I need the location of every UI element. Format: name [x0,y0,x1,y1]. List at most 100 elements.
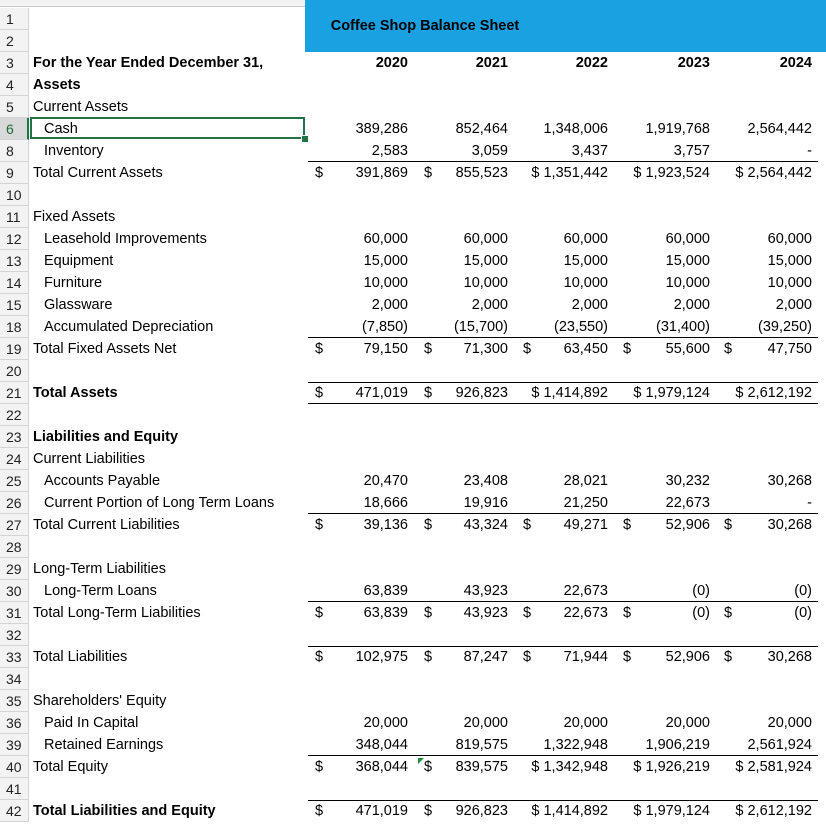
value-cell[interactable]: 10,000 [768,272,812,294]
sheet-row[interactable]: 31 Total Long-Term Liabilities 63,839 43,92… [0,602,826,624]
sheet-row[interactable]: 1 [0,8,826,30]
sheet-row[interactable]: 40 Total Equity 368,044 839,575 $ 1,342,948 $… [0,756,826,778]
value-cell[interactable]: $ 2,564,442 [735,162,812,184]
sheet-row[interactable]: 8 Inventory 2,583 3,059 3,437 3,757 - [0,140,826,162]
value-cell[interactable]: 30,232 [666,470,710,492]
value-cell[interactable]: $ 2,612,192 [735,382,812,404]
value-cell[interactable]: 10,000 [666,272,710,294]
value-cell[interactable]: (0) [794,580,812,602]
value-cell[interactable]: 60,000 [464,228,508,250]
row-number[interactable]: 28 [0,536,29,558]
sheet-row[interactable]: 21 Total Assets 471,019 926,823 $ 1,414,892 $… [0,382,826,404]
sheet-row[interactable]: 36 Paid In Capital 20,000 20,000 20,000 20,00… [0,712,826,734]
sheet-row[interactable]: 13 Equipment 15,000 15,000 15,000 15,000 15,00… [0,250,826,272]
value-cell[interactable]: 30,268 [768,470,812,492]
value-cell[interactable]: 2,564,442 [747,118,812,140]
sheet-row[interactable]: 39 Retained Earnings 348,044 819,575 1,322,9… [0,734,826,756]
value-cell[interactable]: 39,136 [364,514,408,536]
value-cell[interactable]: 10,000 [364,272,408,294]
value-cell[interactable]: 30,268 [768,514,812,536]
sheet-row[interactable]: 28 [0,536,826,558]
value-cell[interactable]: 79,150 [364,338,408,360]
sheet-row[interactable]: 5 Current Assets [0,96,826,118]
sheet-row[interactable]: 15 Glassware 2,000 2,000 2,000 2,000 2,000 [0,294,826,316]
value-cell[interactable]: 2,000 [472,294,508,316]
value-cell[interactable]: $ 1,923,524 [633,162,710,184]
value-cell[interactable]: 87,247 [464,646,508,668]
selected-cell[interactable] [30,117,305,139]
value-cell[interactable]: 60,000 [768,228,812,250]
value-cell[interactable]: 2,583 [372,140,408,162]
sheet-row[interactable]: 19 Total Fixed Assets Net 79,150 71,300 63,4… [0,338,826,360]
value-cell[interactable]: $ 1,979,124 [633,382,710,404]
row-number[interactable]: 9 [0,162,29,184]
sheet-row[interactable]: 26 Current Portion of Long Term Loans 18,6… [0,492,826,514]
value-cell[interactable]: 22,673 [666,492,710,514]
value-cell[interactable]: - [807,140,812,162]
sheet-row[interactable]: 35 Shareholders' Equity [0,690,826,712]
row-number[interactable]: 33 [0,646,29,668]
value-cell[interactable]: (31,400) [656,316,710,338]
value-cell[interactable]: 20,470 [364,470,408,492]
value-cell[interactable]: 52,906 [666,514,710,536]
sheet-row[interactable]: 20 [0,360,826,382]
value-cell[interactable]: $ 1,979,124 [633,800,710,822]
value-cell[interactable]: 1,322,948 [543,734,608,756]
value-cell[interactable]: (15,700) [454,316,508,338]
value-cell[interactable]: 71,300 [464,338,508,360]
value-cell[interactable]: 15,000 [464,250,508,272]
value-cell[interactable]: - [807,492,812,514]
value-cell[interactable]: 471,019 [356,800,408,822]
value-cell[interactable]: 20,000 [666,712,710,734]
value-cell[interactable]: 1,348,006 [543,118,608,140]
value-cell[interactable]: (23,550) [554,316,608,338]
value-cell[interactable]: 15,000 [364,250,408,272]
value-cell[interactable]: 22,673 [564,580,608,602]
value-cell[interactable]: 43,324 [464,514,508,536]
row-number[interactable]: 21 [0,382,29,404]
value-cell[interactable]: 102,975 [356,646,408,668]
value-cell[interactable]: 3,059 [472,140,508,162]
row-number[interactable]: 26 [0,492,29,514]
value-cell[interactable]: 18,666 [364,492,408,514]
value-cell[interactable]: 20,000 [564,712,608,734]
value-cell[interactable]: 389,286 [356,118,408,140]
value-cell[interactable]: 10,000 [464,272,508,294]
value-cell[interactable]: 2,000 [572,294,608,316]
sheet-row[interactable]: 9 Total Current Assets 391,869 855,523 $ 1,3… [0,162,826,184]
value-cell[interactable]: $ 1,414,892 [531,382,608,404]
sheet-row[interactable]: 4 Assets [0,74,826,96]
row-number[interactable]: 41 [0,778,29,800]
sheet-row[interactable]: 14 Furniture 10,000 10,000 10,000 10,000 10,00… [0,272,826,294]
row-number[interactable]: 13 [0,250,29,272]
value-cell[interactable]: (39,250) [758,316,812,338]
value-cell[interactable]: 20,000 [768,712,812,734]
sheet-row[interactable]: 27 Total Current Liabilities 39,136 43,324 4… [0,514,826,536]
value-cell[interactable]: 348,044 [356,734,408,756]
value-cell[interactable]: $ 1,351,442 [531,162,608,184]
row-number[interactable]: 19 [0,338,29,360]
value-cell[interactable]: 23,408 [464,470,508,492]
value-cell[interactable]: 10,000 [564,272,608,294]
row-number[interactable]: 23 [0,426,29,448]
row-number[interactable]: 40 [0,756,29,778]
row-number[interactable]: 8 [0,140,29,162]
value-cell[interactable]: 60,000 [364,228,408,250]
row-number[interactable]: 1 [0,8,29,30]
value-cell[interactable]: 28,021 [564,470,608,492]
value-cell[interactable]: 2,000 [372,294,408,316]
sheet-row[interactable]: 23 Liabilities and Equity [0,426,826,448]
sheet-row[interactable]: 32 [0,624,826,646]
value-cell[interactable]: $ 1,342,948 [531,756,608,778]
value-cell[interactable]: 60,000 [564,228,608,250]
value-cell[interactable]: 839,575 [456,756,508,778]
row-number[interactable]: 6 [0,118,29,140]
sheet-row[interactable]: 29 Long-Term Liabilities [0,558,826,580]
value-cell[interactable]: 1,919,768 [645,118,710,140]
sheet-row[interactable]: 25 Accounts Payable 20,470 23,408 28,021 30,2… [0,470,826,492]
value-cell[interactable]: (7,850) [362,316,408,338]
value-cell[interactable]: 43,923 [464,580,508,602]
value-cell[interactable]: 3,757 [674,140,710,162]
value-cell[interactable]: (0) [794,602,812,624]
sheet-row[interactable]: 42 Total Liabilities and Equity 471,019 926… [0,800,826,822]
